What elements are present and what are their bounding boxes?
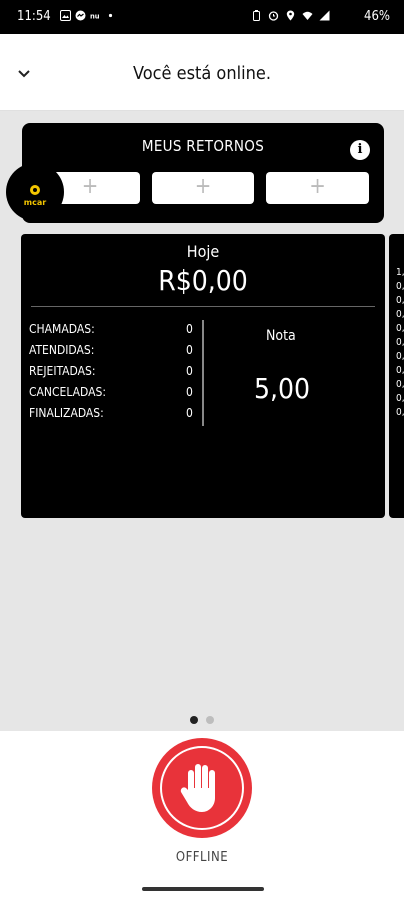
calls-label: CHAMADAS:: [29, 322, 95, 336]
canceled-value: 0: [186, 385, 193, 399]
peek-value: 0,: [396, 407, 404, 418]
stop-hand-icon: [180, 764, 215, 812]
page-title: Você está online.: [133, 63, 271, 84]
more-notifications-icon: [108, 13, 113, 18]
calls-value: 0: [186, 322, 193, 336]
returns-title: MEUS RETORNOS: [141, 137, 265, 155]
vertical-divider: [202, 320, 204, 426]
earnings-amount: R$0,00: [158, 264, 248, 297]
notification-icons: nu: [60, 10, 116, 21]
page-dot-2[interactable]: [206, 716, 214, 724]
home-indicator[interactable]: [142, 887, 264, 891]
battery-percent: 46%: [364, 9, 390, 24]
bottom-panel: OFFLINE: [0, 731, 404, 900]
brand-logo-icon: [30, 185, 40, 195]
peek-value: 0,: [396, 393, 404, 404]
answered-value: 0: [186, 343, 193, 357]
rejected-label: REJEITADAS:: [29, 364, 96, 378]
return-slot-3[interactable]: +: [266, 172, 369, 204]
status-bar: 11:54 nu 46%: [0, 0, 404, 34]
gallery-icon: [60, 10, 71, 21]
rating-label: Nota: [266, 328, 296, 344]
wifi-icon: [302, 11, 313, 20]
canceled-label: CANCELADAS:: [29, 385, 107, 399]
answered-label: ATENDIDAS:: [29, 343, 95, 357]
page-indicator: [0, 709, 404, 728]
peek-value: 1,: [396, 267, 404, 278]
status-time: 11:54: [17, 9, 51, 24]
offline-label: OFFLINE: [175, 850, 229, 865]
divider: [31, 306, 375, 307]
peek-value: 0,: [396, 337, 404, 348]
returns-card: MEUS RETORNOS i + + +: [22, 123, 384, 223]
messenger-icon: [75, 10, 86, 21]
header: Você está online.: [0, 34, 404, 111]
brand-logo-text: mcar: [23, 198, 47, 207]
next-stats-card[interactable]: 1, 0, 0, 0, 0, 0, 0, 0, 0, 0, 0,: [389, 234, 404, 518]
peek-value: 0,: [396, 281, 404, 292]
nu-icon: nu: [90, 12, 100, 20]
peek-value: 0,: [396, 351, 404, 362]
peek-value: 0,: [396, 365, 404, 376]
rating-value: 5,00: [254, 372, 311, 405]
return-slot-2[interactable]: +: [152, 172, 254, 204]
page-dot-1[interactable]: [190, 716, 198, 724]
finished-label: FINALIZADAS:: [29, 406, 104, 420]
signal-icon: [319, 10, 330, 21]
avatar[interactable]: mcar: [6, 163, 64, 221]
location-icon: [286, 10, 295, 21]
go-offline-button[interactable]: [152, 738, 252, 838]
battery-saver-icon: [253, 10, 260, 21]
dashboard-content: MEUS RETORNOS i + + + mcar Hoje R$0,00 C…: [0, 111, 404, 731]
system-icons: [251, 10, 330, 21]
stats-card: Hoje R$0,00 CHAMADAS: 0 ATENDIDAS: 0 REJ…: [21, 234, 385, 518]
peek-value: 0,: [396, 309, 404, 320]
svg-text:nu: nu: [90, 12, 100, 20]
finished-value: 0: [186, 406, 193, 420]
stats-period: Hoje: [186, 242, 220, 261]
rejected-value: 0: [186, 364, 193, 378]
info-icon[interactable]: i: [350, 140, 370, 160]
alarm-icon: [268, 11, 279, 21]
peek-value: 0,: [396, 379, 404, 390]
peek-value: 0,: [396, 323, 404, 334]
peek-value: 0,: [396, 295, 404, 306]
